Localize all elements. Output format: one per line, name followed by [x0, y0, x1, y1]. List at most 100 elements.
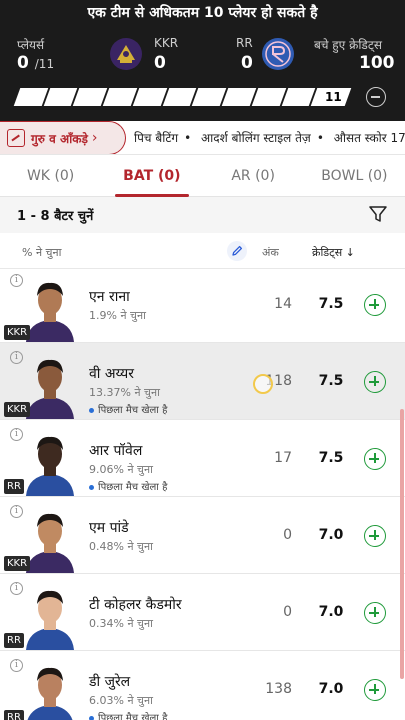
player-name: एम पांडे [89, 520, 129, 536]
team-badge: KKR [4, 325, 31, 340]
player-avatar [26, 513, 74, 573]
player-row[interactable]: i RR आर पॉवेल 9.06% ने चुना पिछला मैच खेला ह… [0, 420, 405, 497]
player-credits: 7.0 [318, 604, 344, 620]
progress-segment [162, 88, 197, 106]
team1-count: 0 [154, 53, 166, 73]
tab-bat[interactable]: BAT (0) [101, 155, 202, 197]
player-name: आर पॉवेल [89, 443, 143, 459]
tab-wk[interactable]: WK (0) [0, 155, 101, 196]
player-points: 0 [283, 527, 292, 543]
info-icon[interactable]: i [10, 274, 23, 287]
progress-segment [132, 88, 167, 106]
team-badge: RR [4, 633, 24, 648]
played-last-match: पिछला मैच खेला है [89, 479, 167, 493]
stats-chart-icon [7, 129, 25, 147]
player-avatar [26, 436, 74, 496]
progress-count: 11 [325, 90, 343, 104]
player-row[interactable]: i KKR एन राना 1.9% ने चुना 14 7.5 [0, 269, 405, 343]
players-label: प्लेयर्स [17, 38, 45, 52]
player-credits: 7.5 [318, 373, 344, 389]
player-name: वी अय्यर [89, 366, 134, 382]
pitch-batting: पिच बैटिंग [134, 131, 179, 145]
column-header: % ने चुना अंक क्रेडिट्स ↓ [0, 233, 405, 269]
player-avatar [26, 282, 74, 342]
player-credits: 7.0 [318, 527, 344, 543]
pitch-stats-strip[interactable]: गुरु व आँकड़े › पिच बैटिंग • आदर्श बोलिंग… [0, 121, 405, 155]
player-name: एन राना [89, 289, 130, 305]
ideal-bowling-style: आदर्श बोलिंग स्टाइल तेज़ [201, 131, 311, 145]
selected-percent: 0.48% ने चुना [89, 540, 153, 553]
info-icon[interactable]: i [10, 351, 23, 364]
player-points: 14 [274, 296, 292, 312]
team1-name: KKR [154, 36, 179, 50]
role-tabs: WK (0) BAT (0) AR (0) BOWL (0) [0, 155, 405, 197]
selection-bar: 1 - 8 बैटर चुनें [0, 197, 405, 233]
progress-segment: 11 [311, 88, 352, 106]
add-player-icon[interactable] [364, 679, 386, 701]
guru-stats-button[interactable]: गुरु व आँकड़े › [0, 121, 126, 154]
team-badge: RR [4, 710, 24, 720]
progress-segment [251, 88, 286, 106]
scrollbar[interactable] [400, 409, 404, 679]
selected-percent: 9.06% ने चुना [89, 463, 153, 476]
player-name: डी जुरेल [89, 674, 131, 690]
add-player-icon[interactable] [364, 294, 386, 316]
add-player-icon[interactable] [364, 602, 386, 624]
rr-logo [261, 37, 295, 71]
chevron-right-icon: › [91, 130, 98, 146]
pitch-info: पिच बैटिंग • आदर्श बोलिंग स्टाइल तेज़ • औस… [134, 131, 405, 145]
add-player-icon[interactable] [364, 371, 386, 393]
progress-segment [221, 88, 257, 106]
team-badge: KKR [4, 402, 31, 417]
player-points: 138 [265, 681, 292, 697]
selected-by-column[interactable]: % ने चुना [22, 245, 62, 260]
team-progress-bar: 11 [13, 88, 354, 106]
player-credits: 7.5 [318, 296, 344, 312]
played-last-match: पिछला मैच खेला है [89, 402, 167, 416]
selected-percent: 6.03% ने चुना [89, 694, 153, 707]
credits-left: 100 [359, 53, 395, 73]
player-avatar [26, 359, 74, 419]
player-row[interactable]: i KKR एम पांडे 0.48% ने चुना 0 7.0 [0, 497, 405, 574]
team-badge: RR [4, 479, 24, 494]
player-credits: 7.0 [318, 681, 344, 697]
info-icon[interactable]: i [10, 659, 23, 672]
tab-ar[interactable]: AR (0) [203, 155, 304, 196]
player-row[interactable]: i RR डी जुरेल 6.03% ने चुना पिछला मैच खेला ह… [0, 651, 405, 720]
info-icon[interactable]: i [10, 582, 23, 595]
players-count: 0 /11 [17, 53, 55, 73]
edit-pencil-icon[interactable] [227, 241, 247, 261]
progress-segment [281, 88, 316, 106]
credits-label: बचे हुए क्रेडिट्स [314, 38, 383, 52]
progress-segment [13, 88, 49, 106]
clear-team-icon[interactable] [366, 87, 386, 107]
player-points: 0 [283, 604, 292, 620]
filter-icon[interactable] [369, 205, 387, 223]
credits-column[interactable]: क्रेडिट्स ↓ [312, 245, 355, 260]
touch-indicator [253, 374, 273, 394]
info-icon[interactable]: i [10, 428, 23, 441]
add-player-icon[interactable] [364, 525, 386, 547]
player-credits: 7.5 [318, 450, 344, 466]
played-last-match: पिछला मैच खेला है [89, 710, 167, 720]
progress-segment [102, 88, 138, 106]
average-score: औसत स्कोर 17 [333, 131, 405, 145]
select-batters-text: 1 - 8 बैटर चुनें [17, 209, 94, 224]
tab-bowl[interactable]: BOWL (0) [304, 155, 405, 196]
points-column[interactable]: अंक [262, 245, 279, 260]
add-player-icon[interactable] [364, 448, 386, 470]
player-avatar [26, 590, 74, 650]
player-row[interactable]: i KKR वी अय्यर 13.37% ने चुना पिछला मैच खेला… [0, 343, 405, 420]
team2-name: RR [236, 36, 253, 50]
progress-segment [43, 88, 78, 106]
info-icon[interactable]: i [10, 505, 23, 518]
player-avatar [27, 667, 73, 720]
selected-percent: 0.34% ने चुना [89, 617, 153, 630]
player-list: i KKR एन राना 1.9% ने चुना 14 7.5 i KKR वी अय्यर… [0, 269, 405, 720]
progress-segment [192, 88, 227, 106]
selected-percent: 13.37% ने चुना [89, 386, 160, 399]
progress-segment [73, 88, 108, 106]
match-header: एक टीम से अधिकतम 10 प्लेयर हो सकते है प्… [0, 0, 405, 121]
guru-stats-label: गुरु व आँकड़े [31, 131, 88, 146]
player-row[interactable]: i RR टी कोहलर कैडमोर 0.34% ने चुना 0 7.0 [0, 574, 405, 651]
